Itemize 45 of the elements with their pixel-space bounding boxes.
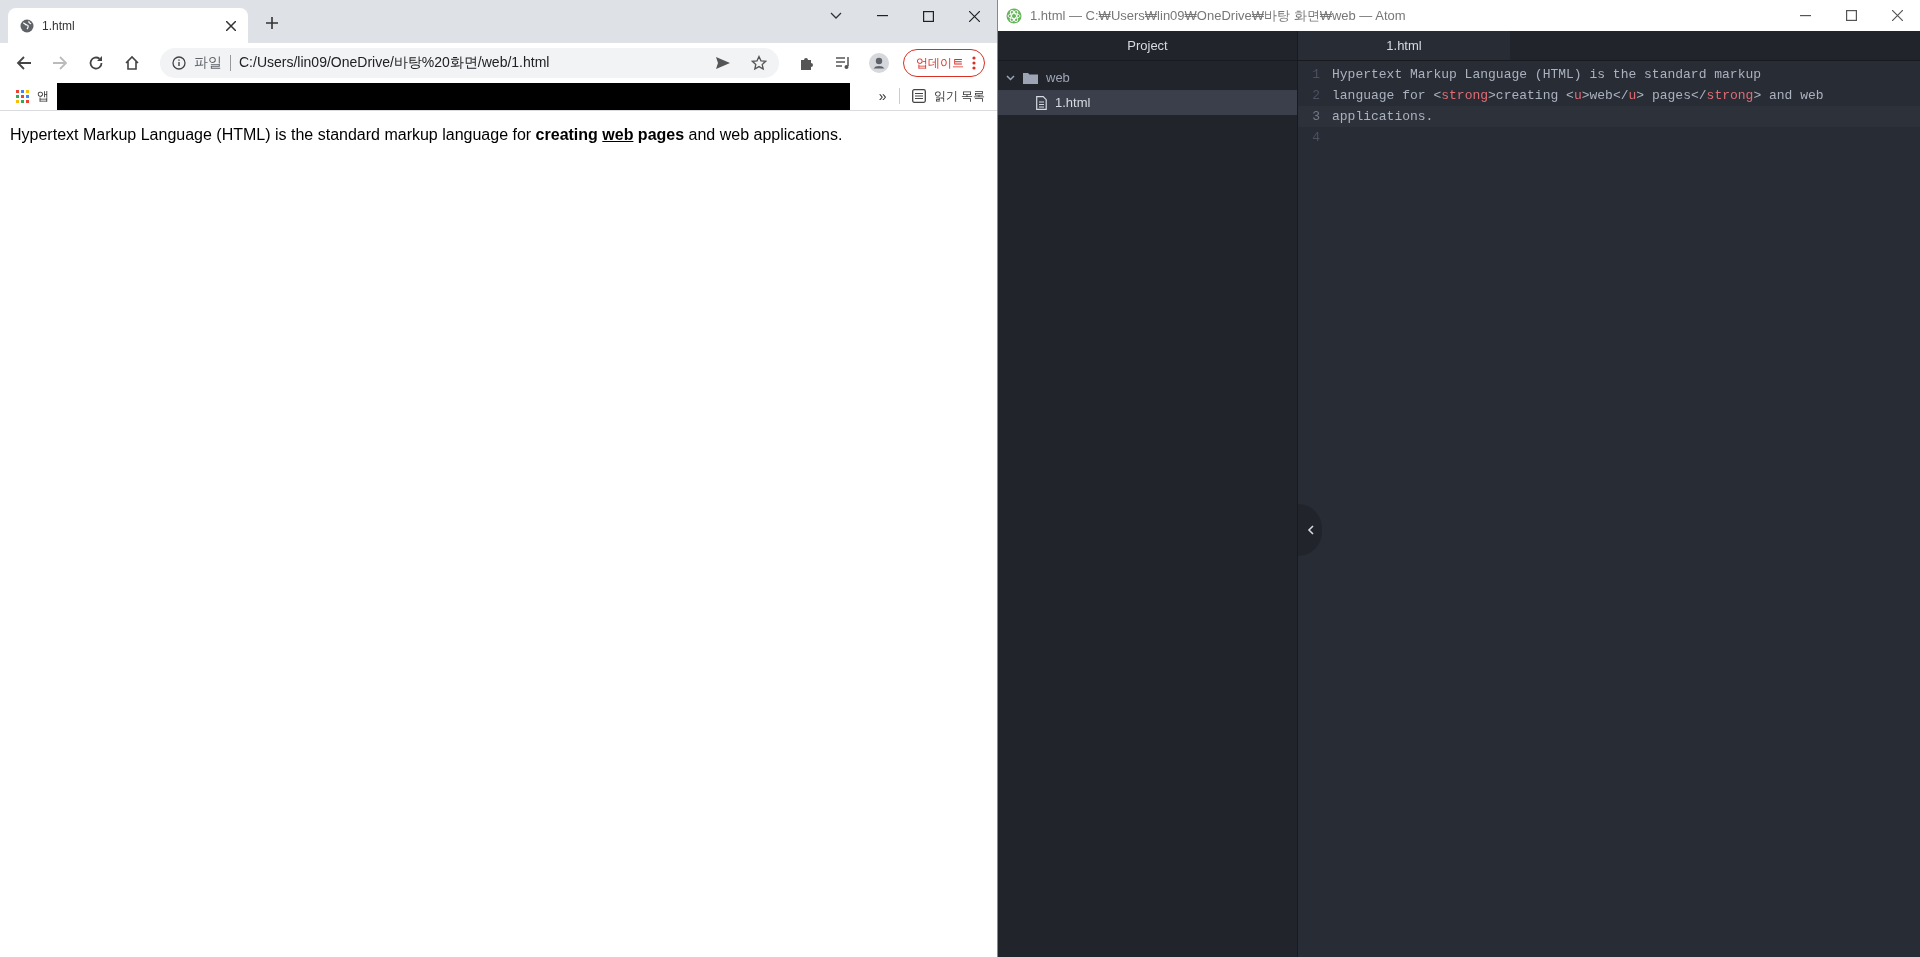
collapse-sidebar-handle[interactable] [1298, 504, 1322, 556]
line-number: 3 [1311, 107, 1321, 126]
scheme-label: 파일 [194, 53, 222, 72]
minimize-icon [1799, 14, 1811, 17]
bookmarks-overflow[interactable]: » [878, 85, 887, 107]
atom-logo-icon [1006, 7, 1022, 24]
reading-list-icon[interactable] [911, 89, 926, 103]
avatar-icon [869, 52, 889, 73]
maximize-icon [922, 10, 934, 22]
minimize-icon [876, 15, 888, 17]
reading-list-label[interactable]: 읽기 목록 [933, 87, 985, 105]
chevron-left-icon [1306, 525, 1314, 535]
address-bar[interactable]: 파일 C:/Users/lin09/OneDrive/바탕%20화면/web/1.html [160, 47, 779, 78]
window-title: 1.html — C:₩Users₩lin09₩OneDrive₩바탕 화면₩web — Atom [1030, 6, 1406, 25]
home-icon [124, 54, 140, 71]
url-text: C:/Users/lin09/OneDrive/바탕%20화면/web/1.html [239, 53, 551, 72]
apps-label[interactable]: 앱 [37, 87, 49, 105]
folder-icon [1023, 71, 1038, 84]
file-item[interactable]: 1.html [998, 90, 1297, 115]
more-icon [972, 55, 976, 70]
browser-tab[interactable]: 1.html [8, 8, 248, 43]
info-icon [172, 55, 186, 70]
editor-tab[interactable]: 1.html [1298, 31, 1510, 60]
maximize-icon [1845, 10, 1857, 21]
forward-arrow-icon [52, 54, 68, 71]
close-icon [968, 10, 980, 22]
apps-grid-icon[interactable] [16, 89, 29, 103]
chevron-down-icon [1006, 74, 1015, 81]
back-arrow-icon [16, 54, 32, 71]
chevron-down-icon [830, 12, 842, 20]
close-icon [1891, 10, 1903, 21]
code-line: applications. [1332, 107, 1434, 126]
globe-icon [20, 18, 34, 33]
plus-icon [265, 16, 279, 30]
close-tab-icon[interactable] [226, 20, 236, 31]
page-paragraph: Hypertext Markup Language (HTML) is the standard markup language for creating web pages and web applications. [10, 125, 844, 145]
reload-icon [88, 54, 104, 71]
code-line: language for <strong>creating <u>web</u> pages</strong> and web [1332, 86, 1824, 105]
star-icon[interactable] [751, 54, 767, 71]
document-icon [1036, 95, 1047, 110]
folder-item[interactable]: web [998, 65, 1297, 90]
project-tab[interactable]: Project [1127, 35, 1168, 56]
send-icon[interactable] [715, 55, 731, 70]
code-line: Hypertext Markup Language (HTML) is the standard markup [1332, 65, 1762, 84]
playlist-icon [835, 54, 851, 71]
